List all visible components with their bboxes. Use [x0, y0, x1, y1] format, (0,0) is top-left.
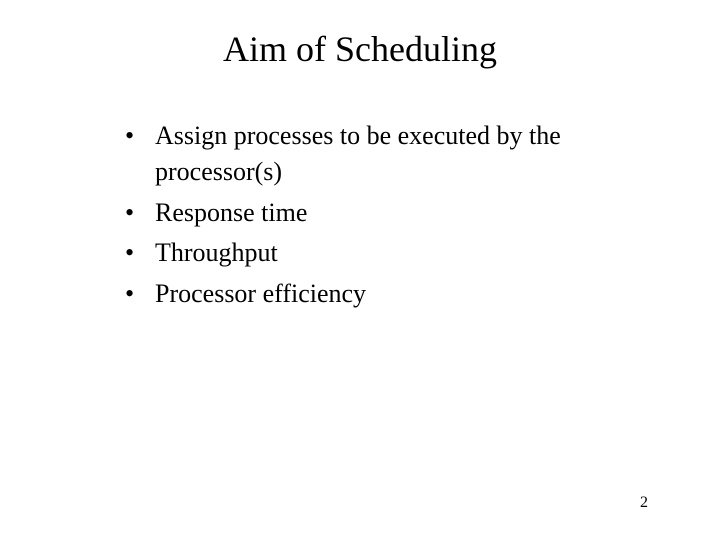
page-number: 2	[640, 494, 648, 512]
slide-content: Assign processes to be executed by the p…	[0, 90, 720, 312]
bullet-item: Response time	[125, 195, 660, 231]
bullet-list: Assign processes to be executed by the p…	[125, 118, 660, 312]
bullet-item: Processor efficiency	[125, 276, 660, 312]
bullet-item: Assign processes to be executed by the p…	[125, 118, 660, 191]
bullet-item: Throughput	[125, 235, 660, 271]
slide-title: Aim of Scheduling	[0, 0, 720, 90]
